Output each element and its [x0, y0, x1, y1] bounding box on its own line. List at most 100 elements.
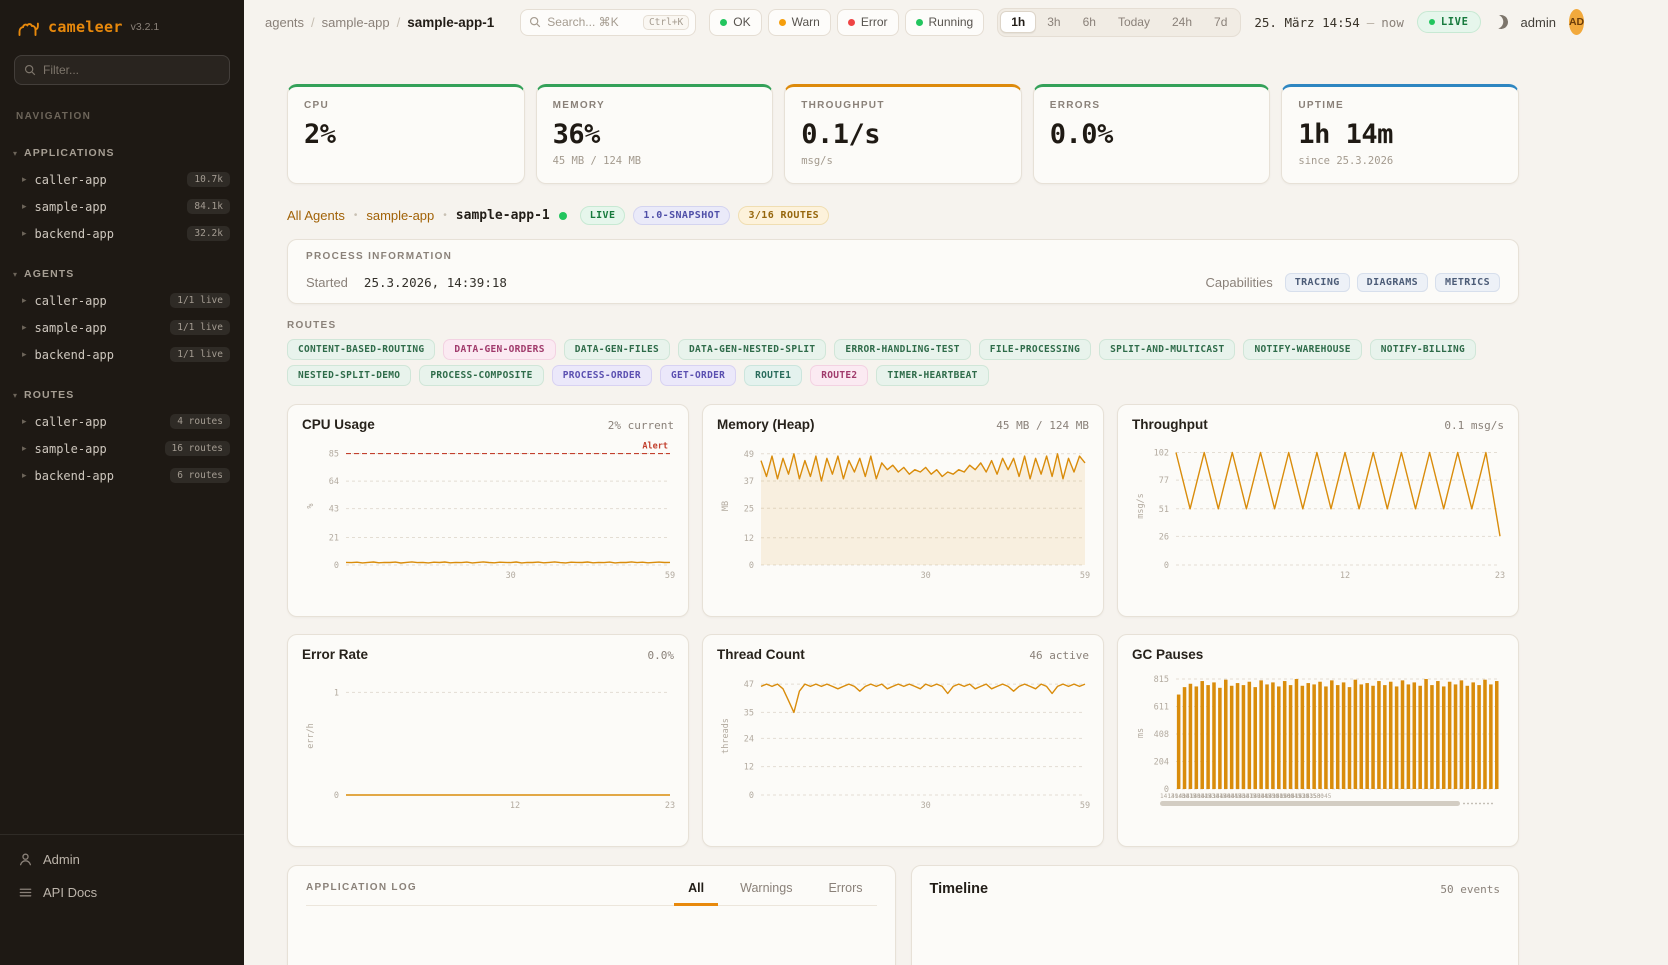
svg-text:0: 0: [749, 791, 754, 801]
stat-label: MEMORY: [553, 100, 757, 111]
route-chips: CONTENT-BASED-ROUTING DATA-GEN-ORDERS DATA…: [287, 339, 1519, 386]
sidebar-item-agents-caller-app[interactable]: ▸caller-app1/1 live: [0, 287, 244, 314]
nav-item-badge: 4 routes: [170, 414, 230, 429]
status-dot: [720, 19, 727, 26]
filter-input[interactable]: [43, 63, 220, 77]
avatar[interactable]: AD: [1569, 9, 1584, 35]
status-filter-warn[interactable]: Warn: [768, 9, 831, 36]
sidebar-item-routes-caller-app[interactable]: ▸caller-app4 routes: [0, 408, 244, 435]
stat-sub: msg/s: [801, 155, 1005, 167]
nav-item-badge: 16 routes: [165, 441, 230, 456]
chart-title: GC Pauses: [1132, 647, 1203, 662]
svg-text:26: 26: [1159, 532, 1169, 542]
route-chip-notify-billing[interactable]: NOTIFY-BILLING: [1370, 339, 1476, 360]
svg-text:49: 49: [744, 450, 754, 460]
log-tab-errors[interactable]: Errors: [814, 881, 876, 906]
time-range-3h[interactable]: 3h: [1036, 11, 1071, 33]
nav-section-header-applications[interactable]: ▾APPLICATIONS: [0, 140, 244, 166]
capability-chip-diagrams: DIAGRAMS: [1357, 273, 1428, 292]
chart-header: Throughput0.1 msg/s: [1132, 417, 1504, 432]
chart-canvas: 021436485%3059Alert: [302, 437, 676, 595]
chevron-right-icon: ▸: [22, 470, 27, 481]
time-range-1h[interactable]: 1h: [1000, 11, 1036, 33]
breadcrumb-sample-app[interactable]: sample-app: [322, 15, 390, 30]
route-chip-split-and-multicast[interactable]: SPLIT-AND-MULTICAST: [1099, 339, 1235, 360]
route-chip-file-processing[interactable]: FILE-PROCESSING: [979, 339, 1091, 360]
sidebar-item-api-docs[interactable]: API Docs: [0, 876, 244, 909]
search-input[interactable]: [547, 15, 637, 29]
chart-throughput: Throughput0.1 msg/s0265177102msg/s1223: [1117, 404, 1519, 617]
svg-text:12: 12: [744, 534, 754, 544]
route-chip-content-based-routing[interactable]: CONTENT-BASED-ROUTING: [287, 339, 435, 360]
breadcrumb-agents[interactable]: agents: [265, 15, 304, 30]
datetime-end: now: [1381, 15, 1404, 30]
nav-item-badge: 1/1 live: [170, 320, 230, 335]
time-range-7d[interactable]: 7d: [1203, 11, 1238, 33]
camel-logo-icon: [16, 17, 40, 37]
dark-mode-toggle[interactable]: [1494, 9, 1508, 35]
stat-sub: since 25.3.2026: [1298, 155, 1502, 167]
route-chip-data-gen-files[interactable]: DATA-GEN-FILES: [564, 339, 670, 360]
route-chip-nested-split-demo[interactable]: NESTED-SPLIT-DEMO: [287, 365, 411, 386]
nav-item-label: sample-app: [35, 321, 107, 335]
log-title: APPLICATION LOG: [306, 882, 417, 905]
nav-item-badge: 1/1 live: [170, 293, 230, 308]
app-logo[interactable]: cameleer v3.2.1: [0, 0, 244, 47]
sidebar-item-admin[interactable]: Admin: [0, 843, 244, 876]
sidebar-item-applications-caller-app[interactable]: ▸caller-app10.7k: [0, 166, 244, 193]
stat-value: 0.0%: [1050, 119, 1254, 150]
sidebar-item-routes-backend-app[interactable]: ▸backend-app6 routes: [0, 462, 244, 489]
sidebar-sections: ▾APPLICATIONS▸caller-app10.7k▸sample-app…: [0, 126, 244, 489]
log-tab-all[interactable]: All: [674, 881, 718, 906]
time-range-today[interactable]: Today: [1107, 11, 1161, 33]
route-chip-get-order[interactable]: GET-ORDER: [660, 365, 736, 386]
chart-canvas: 012253749MB3059: [717, 437, 1091, 595]
chart-title: Error Rate: [302, 647, 368, 662]
nav-section-header-agents[interactable]: ▾AGENTS: [0, 261, 244, 287]
route-chip-data-gen-nested-split[interactable]: DATA-GEN-NESTED-SPLIT: [678, 339, 826, 360]
route-chip-route1[interactable]: ROUTE1: [744, 365, 802, 386]
route-chip-data-gen-orders[interactable]: DATA-GEN-ORDERS: [443, 339, 555, 360]
datetime-display[interactable]: 25. März 14:54 — now: [1254, 15, 1403, 30]
svg-text:37: 37: [744, 477, 754, 487]
collapse-caret-icon: ▾: [13, 149, 17, 158]
nav-item-badge: 32.2k: [187, 226, 230, 241]
route-chip-process-composite[interactable]: PROCESS-COMPOSITE: [419, 365, 543, 386]
status-filter-running[interactable]: Running: [905, 9, 985, 36]
chevron-right-icon: ▸: [22, 295, 27, 306]
chevron-right-icon: ▸: [22, 416, 27, 427]
svg-text:0: 0: [334, 791, 339, 801]
search-box[interactable]: Ctrl+K: [520, 9, 696, 36]
status-filter-error[interactable]: Error: [837, 9, 899, 36]
started-label: Started: [306, 275, 348, 290]
collapse-caret-icon: ▾: [13, 391, 17, 400]
svg-text:59: 59: [1080, 571, 1090, 581]
user-menu[interactable]: admin: [1521, 15, 1556, 30]
log-tab-warnings[interactable]: Warnings: [726, 881, 806, 906]
svg-text:14:53:45: 14:53:45: [1303, 793, 1332, 800]
route-chip-notify-warehouse[interactable]: NOTIFY-WAREHOUSE: [1243, 339, 1361, 360]
route-chip-process-order[interactable]: PROCESS-ORDER: [552, 365, 652, 386]
chart-canvas: 01err/h1223: [302, 667, 676, 825]
agent-crumb-all-agents[interactable]: All Agents: [287, 208, 345, 223]
navigation-label: NAVIGATION: [16, 111, 228, 122]
sidebar-item-routes-sample-app[interactable]: ▸sample-app16 routes: [0, 435, 244, 462]
agent-crumb-application[interactable]: sample-app: [366, 208, 434, 223]
svg-text:MB: MB: [721, 501, 731, 511]
nav-item-label: backend-app: [35, 348, 114, 362]
status-filter-ok[interactable]: OK: [709, 9, 761, 36]
main-area: agents / sample-app / sample-app-1 Ctrl+…: [244, 0, 1668, 965]
route-chip-route2[interactable]: ROUTE2: [810, 365, 868, 386]
sidebar-item-agents-backend-app[interactable]: ▸backend-app1/1 live: [0, 341, 244, 368]
time-range-24h[interactable]: 24h: [1161, 11, 1203, 33]
sidebar-item-agents-sample-app[interactable]: ▸sample-app1/1 live: [0, 314, 244, 341]
live-indicator[interactable]: LIVE: [1417, 11, 1481, 33]
route-chip-error-handling-test[interactable]: ERROR-HANDLING-TEST: [834, 339, 970, 360]
route-chip-timer-heartbeat[interactable]: TIMER-HEARTBEAT: [876, 365, 988, 386]
nav-section-header-routes[interactable]: ▾ROUTES: [0, 382, 244, 408]
sidebar-item-applications-backend-app[interactable]: ▸backend-app32.2k: [0, 220, 244, 247]
sidebar-item-applications-sample-app[interactable]: ▸sample-app84.1k: [0, 193, 244, 220]
stat-card-uptime: UPTIME1h 14msince 25.3.2026: [1281, 84, 1519, 184]
nav-item-badge: 10.7k: [187, 172, 230, 187]
time-range-6h[interactable]: 6h: [1072, 11, 1107, 33]
